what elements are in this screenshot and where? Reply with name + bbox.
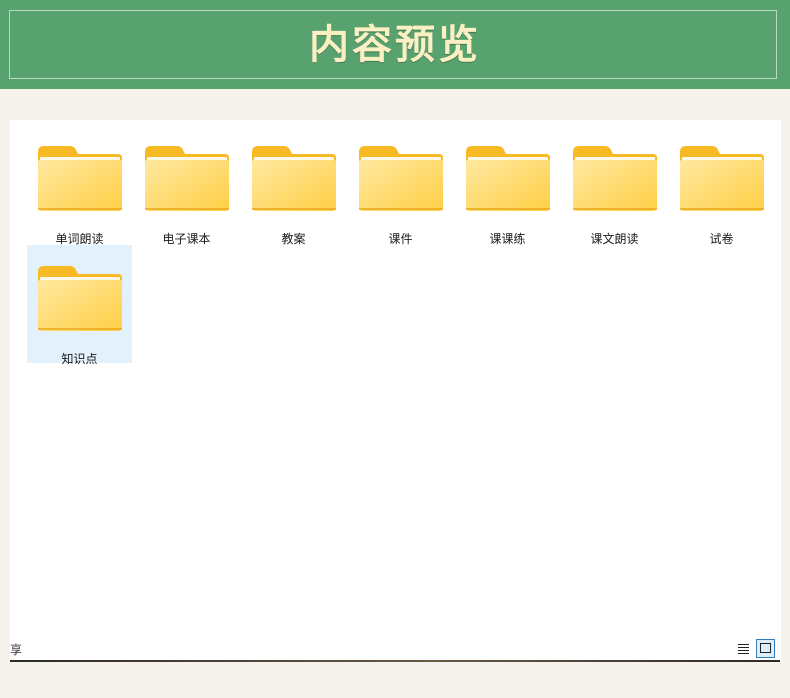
folder-icon <box>251 145 337 213</box>
large-icons-view-button[interactable] <box>756 639 775 658</box>
folder-icon <box>572 145 658 213</box>
tile-icon <box>760 643 771 653</box>
folder-icon <box>358 145 444 213</box>
file-panel: 单词朗读 电子课本 教案 课件 课课练 课文朗读 试卷 知识点 <box>10 120 781 661</box>
folder-item[interactable]: 单词朗读 <box>27 125 132 246</box>
folder-label: 电子课本 <box>162 232 211 246</box>
folder-icon <box>679 145 765 213</box>
folder-icon <box>144 145 230 213</box>
folder-item[interactable]: 课文朗读 <box>562 125 667 246</box>
folder-label: 教案 <box>281 232 306 246</box>
page-title: 内容预览 <box>309 21 481 68</box>
folder-label: 试卷 <box>709 232 734 246</box>
folder-label: 课件 <box>388 232 413 246</box>
folder-icon <box>37 265 123 333</box>
details-view-button[interactable] <box>734 639 753 658</box>
status-text: 享 <box>10 643 23 657</box>
folder-item[interactable]: 课课练 <box>455 125 560 246</box>
folder-item-selected[interactable]: 知识点 <box>27 245 132 366</box>
folder-item[interactable]: 教案 <box>241 125 346 246</box>
folder-icon <box>465 145 551 213</box>
bottom-divider <box>10 660 780 662</box>
folder-label: 课课练 <box>489 232 526 246</box>
list-icon <box>738 644 749 654</box>
folder-item[interactable]: 试卷 <box>669 125 774 246</box>
folder-label: 课文朗读 <box>590 232 639 246</box>
folder-icon <box>37 145 123 213</box>
header-banner: 内容预览 <box>0 0 790 89</box>
folder-label: 知识点 <box>61 352 98 366</box>
folder-item[interactable]: 课件 <box>348 125 453 246</box>
folder-item[interactable]: 电子课本 <box>134 125 239 246</box>
